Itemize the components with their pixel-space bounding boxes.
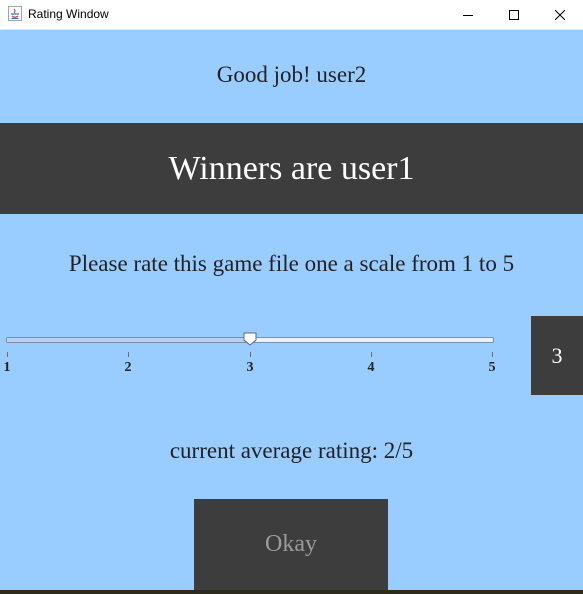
minimize-icon (463, 14, 473, 16)
slider-tick (492, 352, 493, 357)
slider-tick (250, 352, 251, 357)
rating-slider[interactable]: 1 2 3 4 5 (0, 326, 500, 386)
slider-tick-label: 4 (367, 360, 375, 375)
average-rating-label: current average rating: 2/5 (169, 438, 414, 463)
rating-value-display: 3 (531, 316, 583, 395)
maximize-icon (509, 9, 519, 20)
winner-text: Winners are user1 (168, 149, 415, 187)
title-bar: Rating Window (0, 0, 583, 30)
winner-banner: Winners are user1 (0, 123, 583, 214)
slider-fill (7, 338, 250, 342)
maximize-button[interactable] (491, 0, 537, 29)
slider-tick-label: 1 (3, 360, 11, 375)
slider-tick (371, 352, 372, 357)
slider-tick-label: 5 (488, 360, 496, 375)
slider-tick (128, 352, 129, 357)
minimize-button[interactable] (445, 0, 491, 29)
slider-tick-label: 2 (124, 360, 132, 375)
java-cup-icon (8, 6, 22, 21)
slider-thumb[interactable] (243, 332, 257, 346)
greeting-label: Good job! user2 (216, 62, 367, 87)
window-bottom-edge (0, 590, 583, 594)
rating-prompt: Please rate this game file one a scale f… (68, 251, 515, 276)
window-title: Rating Window (28, 7, 109, 21)
slider-tick-label: 3 (246, 360, 254, 375)
okay-button[interactable]: Okay (194, 499, 388, 590)
close-icon (555, 9, 565, 20)
slider-tick (7, 352, 8, 357)
close-button[interactable] (537, 0, 583, 29)
